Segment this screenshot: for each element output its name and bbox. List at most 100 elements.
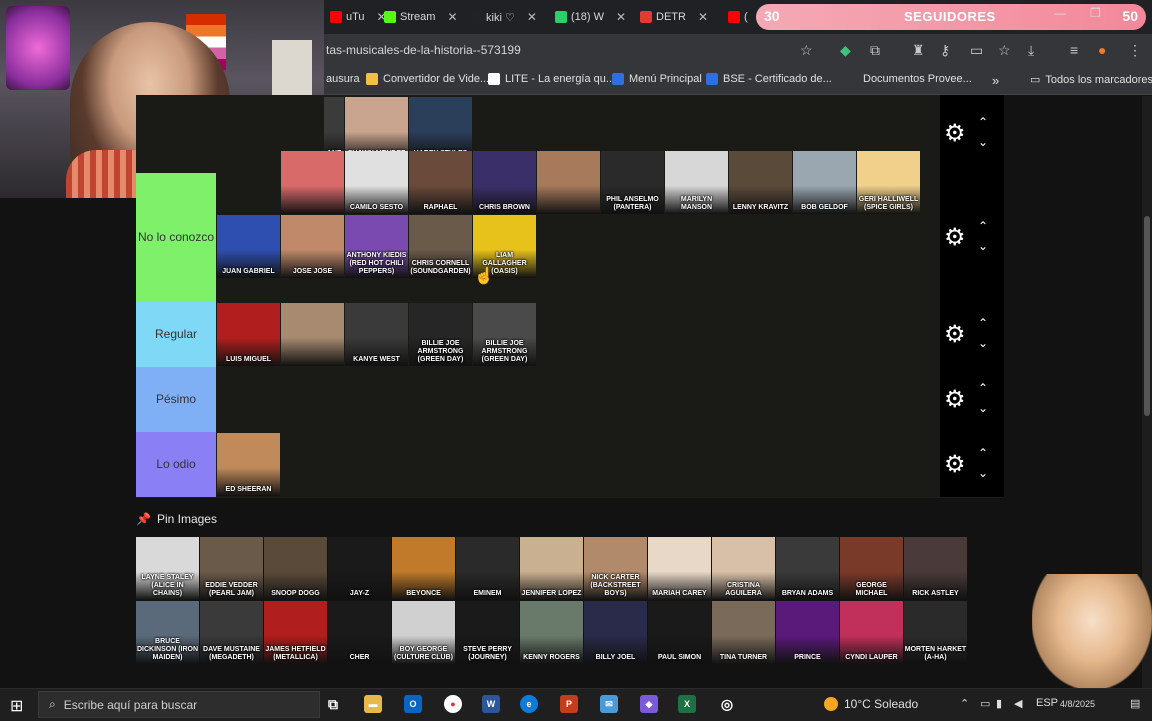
bookmark-documentos-provee[interactable]: Documentos Provee... bbox=[846, 73, 972, 85]
pool-artist-tile[interactable]: STEVE PERRY (JOURNEY) bbox=[456, 601, 519, 664]
chevron-up-icon[interactable]: ⌃ bbox=[978, 317, 988, 329]
notifications-icon[interactable]: ▤ bbox=[1130, 697, 1140, 710]
chrome-icon[interactable]: ● bbox=[444, 695, 462, 713]
pool-artist-tile[interactable]: BRUCE DICKINSON (IRON MAIDEN) bbox=[136, 601, 199, 664]
pool-artist-tile[interactable]: GEORGE MICHAEL bbox=[840, 537, 903, 600]
outlook-icon[interactable]: O bbox=[404, 695, 422, 713]
pool-artist-tile[interactable]: SNOOP DOGG bbox=[264, 537, 327, 600]
artist-tile[interactable]: CAMILO SESTO bbox=[345, 151, 408, 214]
chevron-down-icon[interactable]: ⌄ bbox=[978, 240, 988, 252]
artist-tile[interactable] bbox=[537, 151, 600, 214]
star-icon[interactable]: ☆ bbox=[998, 42, 1011, 59]
profile-avatar-icon[interactable]: ● bbox=[1098, 42, 1106, 58]
mail-icon[interactable]: ✉ bbox=[600, 695, 618, 713]
pool-artist-tile[interactable]: PAUL SIMON bbox=[648, 601, 711, 664]
chevron-down-icon[interactable]: ⌄ bbox=[978, 467, 988, 479]
copilot-icon[interactable]: ◆ bbox=[640, 695, 658, 713]
volume-icon[interactable]: ◀ bbox=[1014, 697, 1022, 710]
menu-dots-icon[interactable]: ⋮ bbox=[1128, 42, 1142, 59]
close-icon[interactable]: ✕ bbox=[616, 10, 626, 24]
extension-icon[interactable]: ◆ bbox=[840, 42, 851, 59]
pool-artist-tile[interactable]: BOY GEORGE (CULTURE CLUB) bbox=[392, 601, 455, 664]
artist-tile[interactable]: ANTHONY KIEDIS (RED HOT CHILI PEPPERS) bbox=[345, 215, 408, 278]
tab-3[interactable]: (18) W ✕ bbox=[555, 6, 626, 28]
file-explorer-icon[interactable]: ▬ bbox=[364, 695, 382, 713]
bookmark-ausura[interactable]: ausura bbox=[326, 73, 360, 85]
gear-icon[interactable]: ⚙ bbox=[944, 322, 966, 347]
language-indicator[interactable]: ESP bbox=[1036, 697, 1058, 709]
close-icon[interactable]: ✕ bbox=[698, 10, 708, 24]
close-icon[interactable]: ✕ bbox=[527, 10, 537, 24]
robot-icon[interactable]: ♜ bbox=[912, 42, 925, 59]
bookmarks-more-icon[interactable]: » bbox=[992, 73, 999, 88]
artist-tile[interactable]: JOSE JOSE bbox=[281, 215, 344, 278]
pool-artist-tile[interactable]: JENNIFER LOPEZ bbox=[520, 537, 583, 600]
all-bookmarks-folder[interactable]: ▭ Todos los marcadores bbox=[1030, 73, 1152, 87]
bookmark-bse-certificado-de[interactable]: BSE - Certificado de... bbox=[706, 73, 832, 85]
download-icon[interactable]: ⤓ bbox=[1028, 42, 1034, 59]
chevron-up-icon[interactable]: ⌃ bbox=[978, 382, 988, 394]
pool-artist-tile[interactable]: CHER bbox=[328, 601, 391, 664]
clock-date[interactable]: 4/8/2025 bbox=[1060, 699, 1095, 709]
pool-artist-tile[interactable]: CRISTINA AGUILERA bbox=[712, 537, 775, 600]
windows-start-icon[interactable]: ⊞ bbox=[10, 696, 23, 716]
close-icon[interactable]: ✕ bbox=[447, 10, 457, 24]
minimize-icon[interactable]: — bbox=[1054, 6, 1066, 20]
artist-tile[interactable]: BOB GELDOF bbox=[793, 151, 856, 214]
obs-icon[interactable]: ◎ bbox=[718, 695, 736, 713]
excel-icon[interactable]: X bbox=[678, 695, 696, 713]
pool-artist-tile[interactable]: MORTEN HARKET (A-HA) bbox=[904, 601, 967, 664]
powerpoint-icon[interactable]: P bbox=[560, 695, 578, 713]
chevron-up-icon[interactable]: ⌃ bbox=[978, 116, 988, 128]
artist-tile[interactable]: JUAN GABRIEL bbox=[217, 215, 280, 278]
bookmark-lite-la-energ-a-qu[interactable]: LITE - La energía qu... bbox=[488, 73, 615, 85]
weather-widget[interactable]: 10°C Soleado bbox=[824, 697, 918, 711]
tab-5[interactable]: ( bbox=[728, 6, 748, 28]
artist-tile[interactable]: GERI HALLIWELL (SPICE GIRLS) bbox=[857, 151, 920, 214]
puzzle-icon[interactable]: ⧉ bbox=[870, 42, 880, 59]
word-icon[interactable]: W bbox=[482, 695, 500, 713]
artist-tile[interactable]: BILLIE JOE ARMSTRONG (GREEN DAY) bbox=[409, 303, 472, 366]
artist-tile[interactable]: LUIS MIGUEL bbox=[217, 303, 280, 366]
bookmark-men-principal[interactable]: Menú Principal bbox=[612, 73, 702, 85]
pool-artist-tile[interactable]: MARIAH CAREY bbox=[648, 537, 711, 600]
artist-tile[interactable]: LENNY KRAVITZ bbox=[729, 151, 792, 214]
pool-artist-tile[interactable]: DAVE MUSTAINE (MEGADETH) bbox=[200, 601, 263, 664]
pool-artist-tile[interactable]: BILLY JOEL bbox=[584, 601, 647, 664]
chevron-down-icon[interactable]: ⌄ bbox=[978, 136, 988, 148]
pool-artist-tile[interactable]: EDDIE VEDDER (PEARL JAM) bbox=[200, 537, 263, 600]
pool-artist-tile[interactable]: EMINEM bbox=[456, 537, 519, 600]
pool-artist-tile[interactable]: JAY-Z bbox=[328, 537, 391, 600]
artist-tile[interactable]: KANYE WEST bbox=[345, 303, 408, 366]
network-icon[interactable]: ▭ bbox=[980, 697, 990, 710]
tab-4[interactable]: DETR ✕ bbox=[640, 6, 708, 28]
artist-tile[interactable]: CHRIS CORNELL (SOUNDGARDEN) bbox=[409, 215, 472, 278]
url-text[interactable]: tas-musicales-de-la-historia--573199 bbox=[326, 43, 521, 57]
tier-label[interactable]: Lo odio bbox=[136, 432, 216, 497]
tier-label[interactable]: Regular bbox=[136, 302, 216, 367]
artist-tile[interactable]: PHIL ANSELMO (PANTERA) bbox=[601, 151, 664, 214]
chevron-up-icon[interactable]: ⌃ bbox=[978, 447, 988, 459]
gear-icon[interactable]: ⚙ bbox=[944, 225, 966, 250]
artist-tile[interactable]: CHRIS BROWN bbox=[473, 151, 536, 214]
gear-icon[interactable]: ⚙ bbox=[944, 122, 966, 146]
maximize-icon[interactable]: ❐ bbox=[1090, 6, 1101, 20]
pool-artist-tile[interactable]: NICK CARTER (BACKSTREET BOYS) bbox=[584, 537, 647, 600]
chevron-up-icon[interactable]: ⌃ bbox=[978, 220, 988, 232]
pool-artist-tile[interactable]: JAMES HETFIELD (METALLICA) bbox=[264, 601, 327, 664]
pool-artist-tile[interactable]: PRINCE bbox=[776, 601, 839, 664]
task-view-icon[interactable]: ⧉ bbox=[324, 695, 342, 713]
artist-tile[interactable]: MARILYN MANSON bbox=[665, 151, 728, 214]
tier-label[interactable] bbox=[136, 95, 216, 173]
tier-label[interactable]: No lo conozco bbox=[136, 173, 216, 302]
tab-0[interactable]: uTu ✕ bbox=[330, 6, 387, 28]
chevron-down-icon[interactable]: ⌄ bbox=[978, 337, 988, 349]
edge-icon[interactable]: e bbox=[520, 695, 538, 713]
artist-tile[interactable] bbox=[281, 151, 344, 214]
scrollbar-thumb[interactable] bbox=[1144, 216, 1150, 416]
card-icon[interactable]: ▭ bbox=[970, 42, 983, 59]
pool-artist-tile[interactable]: BEYONCE bbox=[392, 537, 455, 600]
pool-artist-tile[interactable]: BRYAN ADAMS bbox=[776, 537, 839, 600]
tier-label[interactable]: Pésimo bbox=[136, 367, 216, 432]
playlist-icon[interactable]: ≡ bbox=[1070, 42, 1078, 58]
